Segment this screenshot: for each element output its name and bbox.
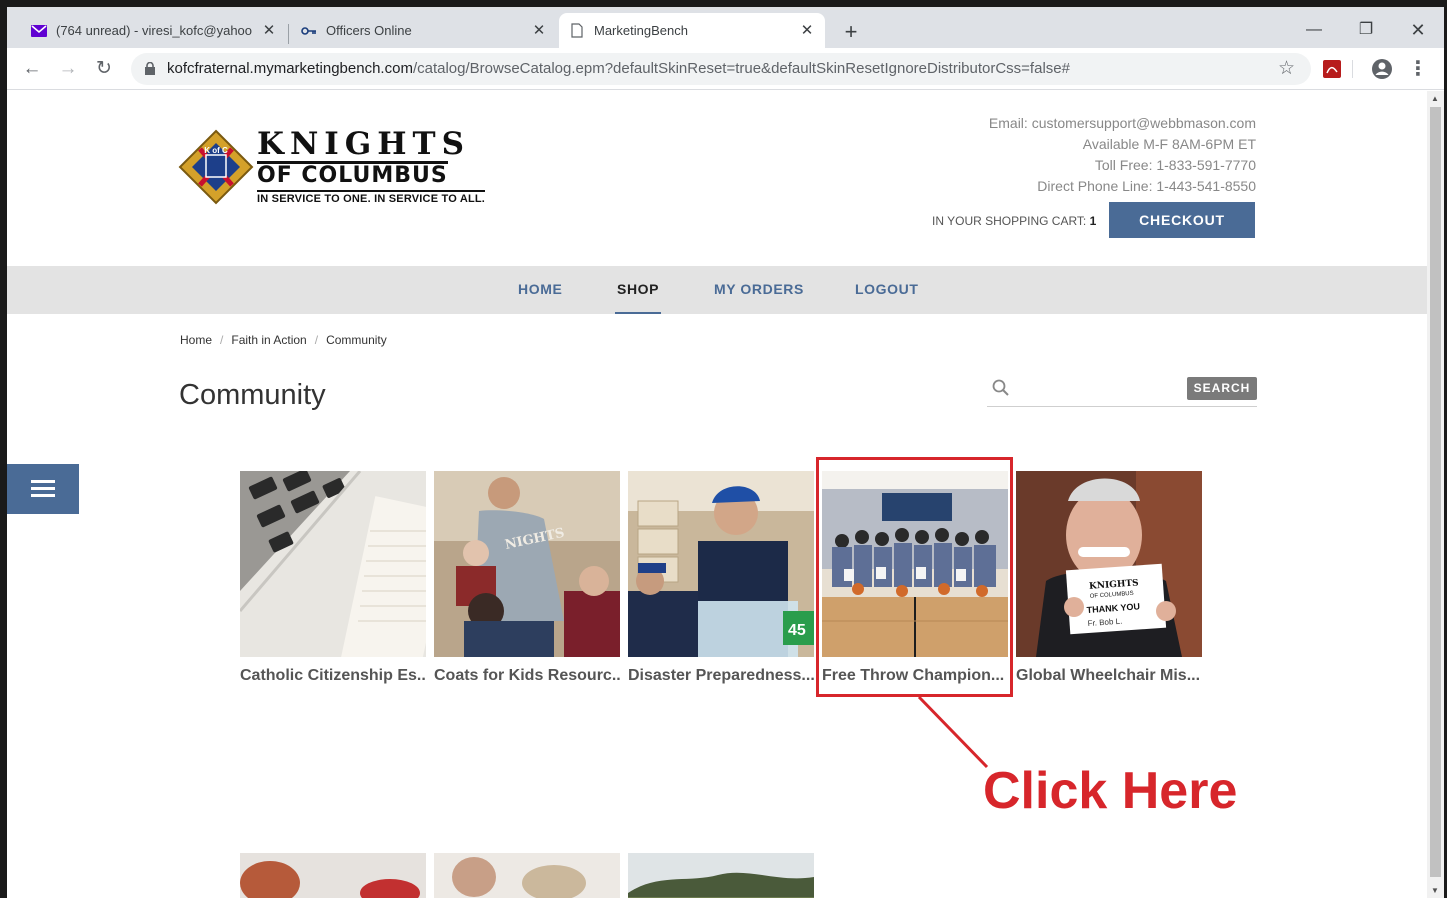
tab-yahoo-mail[interactable]: (764 unread) - viresi_kofc@yahoo ✕: [21, 13, 287, 48]
contact-hours: Available M-F 8AM-6PM ET: [1082, 136, 1256, 152]
page-viewport: K of C KNIGHTS OF COLUMBUS IN SERVICE TO…: [7, 91, 1427, 898]
main-nav: HOME SHOP MY ORDERS LOGOUT: [7, 266, 1427, 314]
tab-officers-online[interactable]: Officers Online ✕: [291, 13, 557, 48]
back-icon[interactable]: ←: [19, 56, 45, 82]
nav-shop[interactable]: SHOP: [614, 281, 662, 314]
contact-direct: Direct Phone Line: 1-443-541-8550: [1037, 178, 1256, 194]
product-image[interactable]: [628, 853, 814, 898]
svg-text:K of C: K of C: [204, 146, 228, 155]
product-image[interactable]: [240, 471, 426, 657]
product-card-catholic-citizenship[interactable]: Catholic Citizenship Es...: [240, 471, 426, 685]
vertical-scrollbar[interactable]: ▲ ▼: [1427, 91, 1444, 898]
product-image[interactable]: NIGHTS: [434, 471, 620, 657]
scroll-up-arrow-icon[interactable]: ▲: [1431, 94, 1439, 103]
product-card-row2-1[interactable]: [240, 853, 426, 898]
category-menu-button[interactable]: [7, 464, 79, 514]
lock-icon: [145, 62, 155, 75]
product-card-row2-3[interactable]: [628, 853, 814, 898]
breadcrumb-home[interactable]: Home: [180, 333, 212, 347]
checkout-button[interactable]: CHECKOUT: [1109, 202, 1255, 238]
search-icon: [992, 379, 1009, 396]
minimize-icon[interactable]: —: [1291, 15, 1337, 45]
nav-home[interactable]: HOME: [518, 281, 562, 297]
product-name[interactable]: Catholic Citizenship Es...: [240, 667, 426, 685]
search-box: SEARCH: [987, 373, 1257, 407]
page-icon: [569, 23, 585, 39]
product-card-row2-2[interactable]: [434, 853, 620, 898]
contact-info: Email: customersupport@webbmason.com Ava…: [989, 113, 1256, 197]
new-tab-button[interactable]: +: [837, 19, 865, 47]
hamburger-line: [31, 487, 55, 490]
scrollbar-thumb[interactable]: [1430, 107, 1441, 877]
search-input[interactable]: [1019, 377, 1179, 401]
browser-tab-strip: (764 unread) - viresi_kofc@yahoo ✕ Offic…: [7, 7, 1444, 48]
cart-count: 1: [1089, 214, 1097, 228]
nav-my-orders[interactable]: MY ORDERS: [714, 281, 804, 297]
breadcrumb-separator: /: [314, 333, 319, 347]
hamburger-line: [31, 480, 55, 483]
breadcrumb-community: Community: [326, 333, 387, 347]
search-button[interactable]: SEARCH: [1187, 377, 1257, 400]
bookmark-star-icon[interactable]: ☆: [1278, 57, 1295, 80]
key-icon: [301, 23, 317, 39]
logo-wordmark: KNIGHTS OF COLUMBUS IN SERVICE TO ONE. I…: [257, 126, 486, 205]
product-image[interactable]: [434, 853, 620, 898]
cart-summary: IN YOUR SHOPPING CART: 1: [932, 214, 1097, 228]
pdf-extension-icon[interactable]: [1320, 57, 1344, 81]
kofc-emblem-icon: K of C: [178, 129, 254, 205]
breadcrumb: Home / Faith in Action / Community: [180, 333, 387, 347]
product-card-coats-for-kids[interactable]: NIGHTS Coats for Kids Resourc...: [434, 471, 620, 685]
breadcrumb-faith-in-action[interactable]: Faith in Action: [231, 333, 306, 347]
product-card-global-wheelchair-mission[interactable]: KNIGHTS OF COLUMBUS THANK YOU Fr. Bob L.…: [1016, 471, 1202, 685]
browser-toolbar: ← → ↻ kofcfraternal.mymarketingbench.com…: [7, 48, 1444, 90]
knights-of-columbus-logo[interactable]: K of C KNIGHTS OF COLUMBUS IN SERVICE TO…: [178, 127, 498, 207]
address-bar[interactable]: kofcfraternal.mymarketingbench.com/catal…: [131, 53, 1311, 85]
tab-marketingbench[interactable]: MarketingBench ✕: [559, 13, 825, 48]
page-title: Community: [179, 379, 326, 411]
click-here-annotation: Click Here: [983, 762, 1238, 820]
product-image[interactable]: [240, 853, 426, 898]
close-icon[interactable]: ✕: [261, 22, 277, 39]
hamburger-line: [31, 494, 55, 497]
restore-icon[interactable]: ❐: [1343, 15, 1389, 45]
product-image[interactable]: KNIGHTS OF COLUMBUS THANK YOU Fr. Bob L.: [1016, 471, 1202, 657]
contact-tollfree: Toll Free: 1-833-591-7770: [1094, 157, 1256, 173]
product-card-disaster-preparedness[interactable]: 45 Disaster Preparedness...: [628, 471, 814, 685]
click-highlight-box: [816, 457, 1013, 697]
tab-divider: [288, 24, 289, 44]
profile-icon[interactable]: [1370, 57, 1394, 81]
scroll-down-arrow-icon[interactable]: ▼: [1431, 886, 1439, 895]
product-name[interactable]: Global Wheelchair Mis...: [1016, 667, 1202, 685]
product-name[interactable]: Coats for Kids Resourc...: [434, 667, 620, 685]
breadcrumb-separator: /: [220, 333, 224, 347]
nav-logout[interactable]: LOGOUT: [855, 281, 918, 297]
product-name[interactable]: Disaster Preparedness...: [628, 667, 814, 685]
forward-icon[interactable]: →: [55, 56, 81, 82]
url-text: kofcfraternal.mymarketingbench.com/catal…: [167, 60, 1070, 77]
more-menu-icon[interactable]: ⋮: [1405, 56, 1431, 82]
contact-email: Email: customersupport@webbmason.com: [988, 115, 1256, 131]
toolbar-divider: [1352, 60, 1353, 78]
close-icon[interactable]: ✕: [799, 22, 815, 39]
product-image[interactable]: 45: [628, 471, 814, 657]
close-icon[interactable]: ✕: [531, 22, 547, 39]
svg-text:45: 45: [788, 622, 806, 639]
close-window-icon[interactable]: ✕: [1395, 15, 1441, 45]
mail-icon: [31, 23, 47, 39]
reload-icon[interactable]: ↻: [91, 56, 117, 82]
